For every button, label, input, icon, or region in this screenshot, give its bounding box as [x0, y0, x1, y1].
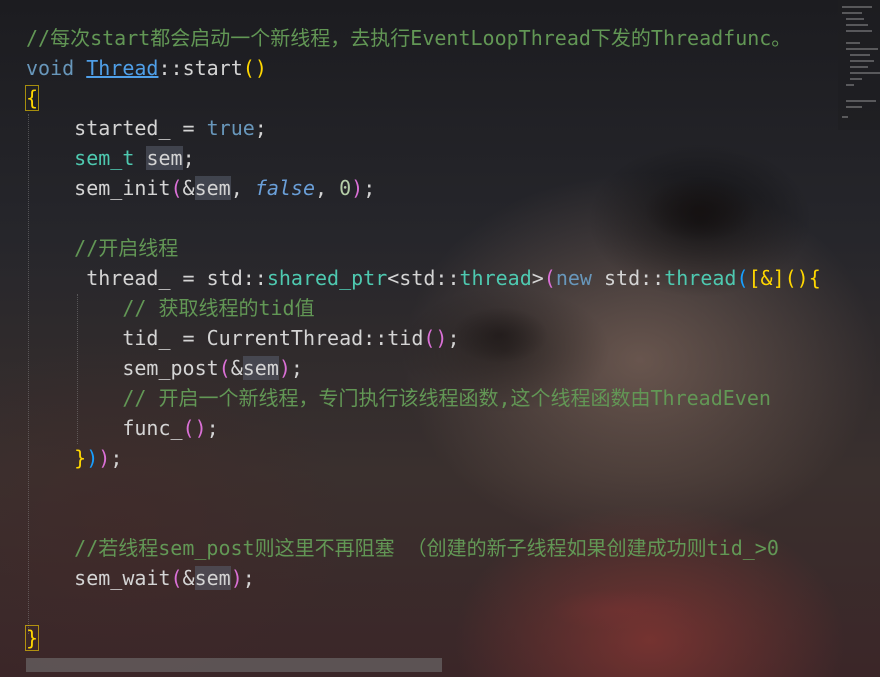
- code-line[interactable]: tid_ = CurrentThread::tid();: [26, 323, 460, 353]
- code-token: (: [218, 356, 231, 380]
- code-editor[interactable]: //每次start都会启动一个新线程，去执行EventLoopThread下发的…: [0, 0, 880, 677]
- code-token: true: [206, 116, 255, 140]
- code-token: sem_post: [26, 356, 219, 380]
- code-token: ,: [230, 176, 255, 200]
- code-token: ,: [315, 176, 340, 200]
- code-token: {: [24, 85, 40, 111]
- code-token: (): [423, 326, 448, 350]
- code-line[interactable]: }: [24, 623, 40, 653]
- code-token: sem: [194, 566, 231, 590]
- code-token: false: [254, 176, 316, 200]
- code-token: new: [555, 266, 592, 290]
- code-token: ): [98, 446, 111, 470]
- code-token: ;: [242, 566, 255, 590]
- code-token: &: [230, 356, 243, 380]
- code-line[interactable]: started_ = true;: [26, 113, 267, 143]
- code-token: //每次start都会启动一个新线程，去执行EventLoopThread下发的…: [26, 26, 792, 50]
- code-token: void: [26, 56, 87, 80]
- code-line[interactable]: func_();: [26, 413, 219, 443]
- code-line[interactable]: }));: [26, 443, 122, 473]
- code-token: ::: [158, 56, 183, 80]
- code-token: std::: [591, 266, 665, 290]
- code-token: sem_wait: [26, 566, 171, 590]
- code-token: ;: [206, 416, 219, 440]
- code-token: }: [74, 446, 87, 470]
- code-token: 0: [339, 176, 352, 200]
- code-token: >: [531, 266, 544, 290]
- code-line[interactable]: {: [24, 83, 40, 113]
- code-token: // 开启一个新线程，专门执行该线程函数,这个线程函数由ThreadEven: [26, 386, 771, 410]
- code-token: sem_t: [74, 146, 135, 170]
- code-token: func_: [26, 416, 183, 440]
- code-token: ): [351, 176, 364, 200]
- code-line[interactable]: //若线程sem_post则这里不再阻塞 （创建的新子线程如果创建成功则tid_…: [26, 533, 779, 563]
- code-token: }: [24, 625, 40, 651]
- code-line[interactable]: sem_post(&sem);: [26, 353, 303, 383]
- code-token: ): [86, 446, 99, 470]
- horizontal-scrollbar[interactable]: [26, 658, 442, 672]
- code-line[interactable]: void Thread::start(): [26, 53, 267, 83]
- code-token: started_ =: [26, 116, 207, 140]
- code-token: sem: [194, 176, 231, 200]
- code-line[interactable]: sem_wait(&sem);: [26, 563, 255, 593]
- code-line[interactable]: thread_ = std::shared_ptr<std::thread>(n…: [26, 263, 821, 293]
- code-token: thread_ = std::: [26, 266, 267, 290]
- code-token: &: [182, 176, 195, 200]
- code-token: sem_init: [26, 176, 171, 200]
- code-token: ;: [254, 116, 267, 140]
- code-line[interactable]: // 获取线程的tid值: [26, 293, 315, 323]
- code-token: ;: [447, 326, 460, 350]
- code-line[interactable]: sem_init(&sem, false, 0);: [26, 173, 375, 203]
- code-token: ): [230, 566, 243, 590]
- code-token: thread: [459, 266, 532, 290]
- code-line[interactable]: sem_t sem;: [26, 143, 195, 173]
- code-token: [&]: [748, 266, 785, 290]
- code-token: (: [736, 266, 749, 290]
- code-token: sem: [242, 356, 279, 380]
- code-token: tid_ = CurrentThread::tid: [26, 326, 424, 350]
- code-token: (): [182, 416, 207, 440]
- code-token: ;: [363, 176, 376, 200]
- code-token: <std::: [387, 266, 460, 290]
- code-token: start: [182, 56, 243, 80]
- code-line[interactable]: //每次start都会启动一个新线程，去执行EventLoopThread下发的…: [26, 23, 791, 53]
- code-token: // 获取线程的tid值: [26, 296, 315, 320]
- code-token: //开启线程: [26, 236, 179, 260]
- code-token: (: [170, 176, 183, 200]
- code-token: (){: [784, 266, 821, 290]
- code-token: thread: [664, 266, 737, 290]
- code-token: sem: [146, 146, 183, 170]
- code-line[interactable]: // 开启一个新线程，专门执行该线程函数,这个线程函数由ThreadEven: [26, 383, 771, 413]
- code-token: shared_ptr: [266, 266, 388, 290]
- code-token: ;: [290, 356, 303, 380]
- code-token: ;: [182, 146, 195, 170]
- code-token: ): [278, 356, 291, 380]
- code-token: //若线程sem_post则这里不再阻塞 （创建的新子线程如果创建成功则tid_…: [26, 536, 779, 560]
- code-token: &: [182, 566, 195, 590]
- code-token: ;: [110, 446, 123, 470]
- code-token: (: [543, 266, 556, 290]
- code-token: Thread: [86, 56, 159, 80]
- code-line[interactable]: //开启线程: [26, 233, 178, 263]
- code-token: (): [242, 56, 267, 80]
- code-token: (: [170, 566, 183, 590]
- minimap[interactable]: [838, 0, 880, 130]
